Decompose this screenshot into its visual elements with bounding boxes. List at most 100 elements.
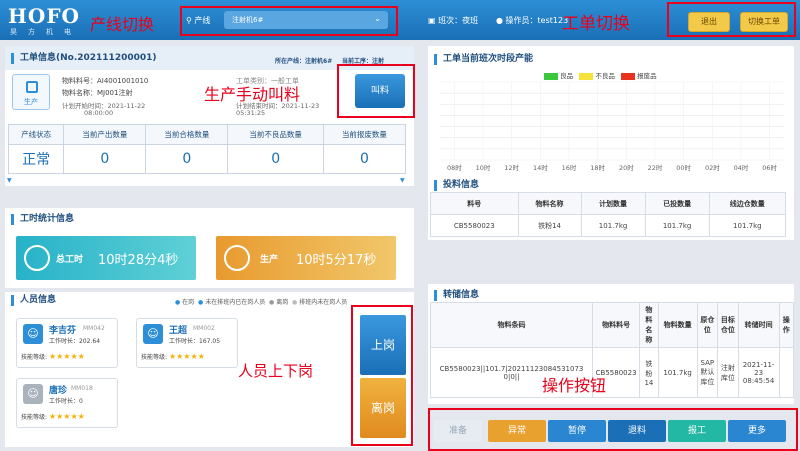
storage-col-header: 物料料号 <box>592 302 641 348</box>
staff-name: 唐珍 <box>49 386 68 396</box>
exit-button[interactable]: 退出 <box>688 12 730 32</box>
more-button[interactable]: 更多 <box>728 420 786 442</box>
on-duty-button[interactable]: 上岗 <box>360 315 406 375</box>
output-chart: 08时 10时 12时 14时 16时 18时 20时 22时 00时 02时 04时 06时 <box>440 81 784 172</box>
report-work-button[interactable]: 报工 <box>668 420 726 442</box>
chart-tick-label: 00时 <box>676 163 691 172</box>
staff-code: MM042 <box>83 325 105 332</box>
order-stats: 产线状态 当前产出数量 当前合格数量 当前不良品数量 当前报废数量 正常 0 0… <box>7 123 407 174</box>
worktime-title: 工时统计信息 <box>11 214 74 225</box>
annotation-call-material: 生产手动叫料 <box>204 85 301 104</box>
chart-tick-label: 18时 <box>590 163 605 172</box>
table-row: CB5580023||101.7|20211123084531073 0|0||… <box>429 347 795 398</box>
production-worktime-value: 10时5分17秒 <box>296 253 377 268</box>
stat-value-qualified: 0 <box>145 144 229 174</box>
collapse-right-icon[interactable]: ▼ <box>400 177 405 184</box>
chart-tick-label: 16时 <box>562 163 577 172</box>
star-rating-icon: ★★★★★ <box>48 412 85 421</box>
staff-card[interactable]: ☺ 唐珍 MM018 工作时长：0 技能等级: ★★★★★ <box>16 378 118 428</box>
staff-skill: 技能等级: ★★★★★ <box>21 412 85 421</box>
table-row: CB5580023 铁粉14 101.7kg 101.7kg 101.7kg <box>430 214 787 237</box>
abnormal-button[interactable]: 异常 <box>488 420 546 442</box>
stat-value-defective: 0 <box>227 144 324 174</box>
total-worktime-value: 10时28分4秒 <box>98 253 179 268</box>
staff-skill: 技能等级: ★★★★★ <box>21 352 85 361</box>
status-badge-label: 生产 <box>24 98 38 106</box>
staff-skill: 技能等级: ★★★★★ <box>141 352 205 361</box>
annotation-order-switch: 工单切换 <box>562 14 630 34</box>
line-select[interactable]: 注射机6# ⌄ <box>224 11 388 29</box>
storage-op[interactable] <box>778 347 795 398</box>
storage-col-header: 原仓位 <box>696 302 719 348</box>
chart-tick-label: 12时 <box>504 163 519 172</box>
storage-col-header: 转储时间 <box>737 302 780 348</box>
chart-tick-label: 04时 <box>734 163 749 172</box>
staff-card[interactable]: ☺ 王超 MM002 工作时长：167.05 技能等级: ★★★★★ <box>136 318 238 368</box>
storage-col-header: 物料名称 <box>639 302 659 348</box>
total-worktime-card: 总工时 10时28分4秒 <box>16 236 196 280</box>
chart-tick-label: 08时 <box>447 163 462 172</box>
legend-dot-icon: ● <box>198 299 204 306</box>
collapse-left-icon[interactable]: ▼ <box>7 177 12 184</box>
order-title: 工单信息(No.202111200001) <box>11 53 157 64</box>
production-icon <box>26 81 38 93</box>
line-select-value: 注射机6# <box>232 16 264 24</box>
staff-name: 王超 <box>169 326 188 336</box>
plan-end-time: 05:31:25 <box>236 109 266 117</box>
chevron-down-icon: ⌄ <box>374 14 381 23</box>
status-badge: 生产 <box>12 74 50 110</box>
legend-dot-icon: ● <box>175 299 181 306</box>
clock-icon <box>224 245 250 271</box>
storage-col-header: 操作 <box>778 302 795 348</box>
production-worktime-card: 生产 10时5分17秒 <box>216 236 396 280</box>
feed-cell: CB5580023 <box>430 214 519 237</box>
feed-col-header: 物料名称 <box>517 192 582 215</box>
clock-icon <box>24 245 50 271</box>
operator-info: ● 操作员：test123 <box>496 16 569 25</box>
logo: HOFO <box>8 4 80 28</box>
return-material-button[interactable]: 退料 <box>608 420 666 442</box>
staff-hours: 工作时长：202.64 <box>49 338 101 345</box>
stat-header-defective: 当前不良品数量 <box>227 123 324 146</box>
feed-col-header: 料号 <box>430 192 519 215</box>
switch-order-button[interactable]: 切换工单 <box>740 12 788 32</box>
storage-col-header: 目标仓位 <box>717 302 739 348</box>
storage-dst: 注射库位 <box>717 347 739 398</box>
calendar-icon: ▣ <box>428 16 436 25</box>
chart-tick-label: 06时 <box>762 163 777 172</box>
logo-subtitle: 昊方机电 <box>10 28 82 36</box>
chart-tick-label: 22时 <box>648 163 663 172</box>
staff-card[interactable]: ☺ 李吉芬 MM042 工作时长：202.64 技能等级: ★★★★★ <box>16 318 118 368</box>
star-rating-icon: ★★★★★ <box>48 352 85 361</box>
legend-dot-icon: ● <box>292 299 298 306</box>
storage-src: SAP默认库位 <box>696 347 719 398</box>
annotation-actions: 操作按钮 <box>542 376 607 395</box>
feed-table: 料号 物料名称 计划数量 已投数量 线边仓数量 CB5580023 铁粉14 1… <box>430 192 787 237</box>
legend-defect-swatch <box>579 72 594 80</box>
output-legend: 良品 不良品 报废品 <box>544 70 657 80</box>
feed-cell: 铁粉14 <box>517 214 582 237</box>
legend-good-swatch <box>544 72 558 80</box>
chart-tick-label: 10时 <box>476 163 491 172</box>
storage-col-header: 物料数量 <box>657 302 698 348</box>
total-worktime-label: 总工时 <box>56 255 84 265</box>
material-name: 物料名称：MJ001注射 <box>62 89 133 97</box>
feed-col-header: 线边仓数量 <box>708 192 787 215</box>
feed-col-header: 计划数量 <box>580 192 646 215</box>
feed-title: 投料信息 <box>434 180 479 191</box>
feed-cell: 101.7kg <box>644 214 710 237</box>
staff-legend: ● 在岗 ● 未在排班内已在岗人员 ● 离岗 ● 排班内未在岗人员 <box>175 299 348 306</box>
storage-qty: 101.7kg <box>657 347 698 398</box>
off-duty-button[interactable]: 离岗 <box>360 378 406 438</box>
storage-table: 物料条码 物料料号 物料名称 物料数量 原仓位 目标仓位 转储时间 操作 CB5… <box>429 302 795 398</box>
staff-code: MM018 <box>71 385 93 392</box>
line-selector-label: ⚲ 产线 <box>186 16 211 25</box>
ready-button[interactable]: 准备 <box>434 420 482 442</box>
feed-cell: 101.7kg <box>580 214 646 237</box>
pause-button[interactable]: 暂停 <box>548 420 606 442</box>
output-title: 工单当前班次时段产能 <box>434 54 533 65</box>
call-material-button[interactable]: 叫料 <box>355 74 405 108</box>
avatar: ☺ <box>23 324 43 344</box>
stat-value-output: 0 <box>63 144 147 174</box>
annotation-line-switch: 产线切换 <box>90 15 155 34</box>
